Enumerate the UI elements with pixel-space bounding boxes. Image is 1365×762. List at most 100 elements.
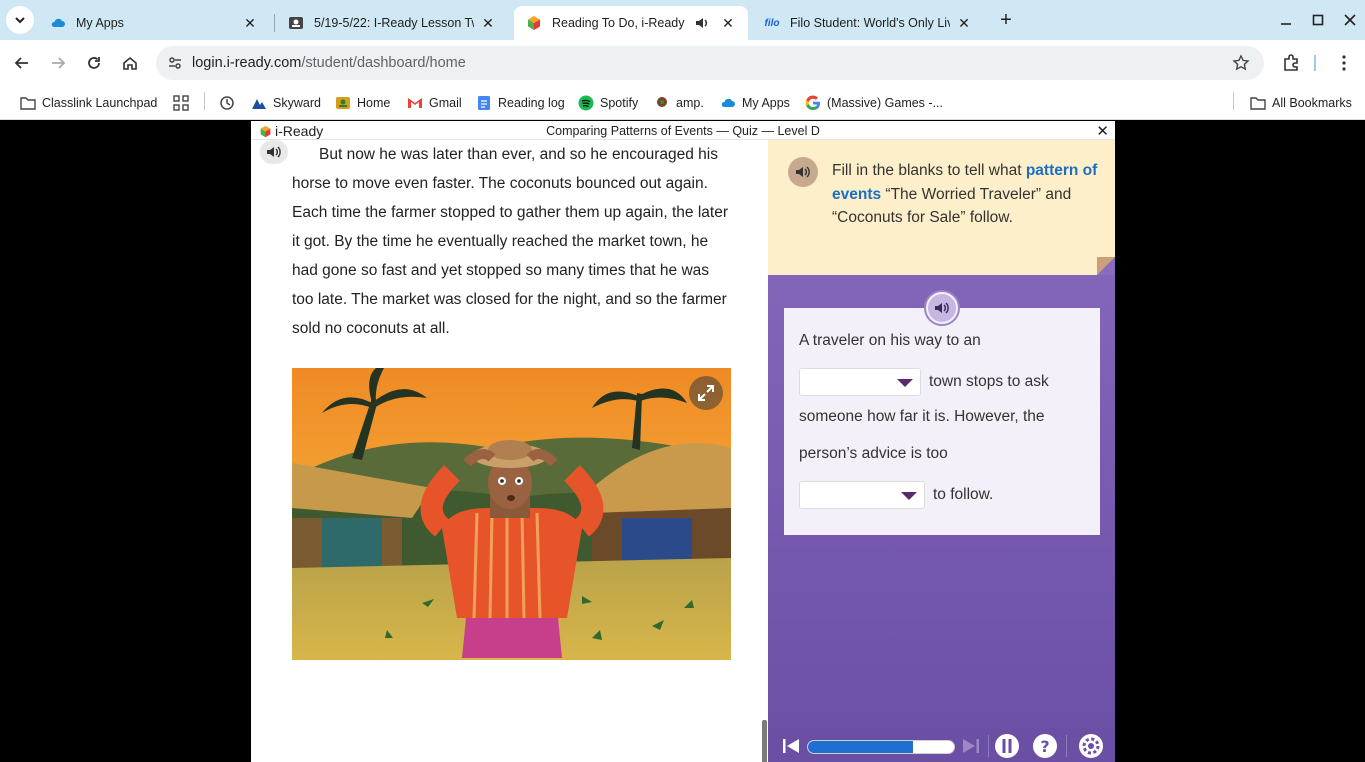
new-tab-button[interactable]: + (994, 8, 1018, 32)
lesson-header: i-Ready Comparing Patterns of Events — Q… (251, 121, 1115, 140)
google-icon (805, 95, 821, 111)
bookmark-my-apps[interactable]: My Apps (720, 92, 790, 114)
skyward-icon (251, 95, 267, 111)
reload-button[interactable] (80, 49, 108, 77)
close-tab-icon[interactable]: ✕ (956, 15, 972, 31)
prompt-audio-button[interactable] (788, 157, 818, 187)
help-button[interactable]: ? (1032, 733, 1058, 759)
home-icon (123, 56, 137, 70)
folder-icon (20, 95, 36, 111)
sentence-line-1: A traveler on his way to an (799, 332, 981, 349)
expand-image-button[interactable] (689, 376, 723, 410)
forward-button[interactable] (44, 49, 72, 77)
arrow-right-icon (52, 57, 66, 69)
speaker-icon (935, 302, 949, 314)
bookmark-home[interactable]: Home (335, 92, 390, 114)
address-bar[interactable]: login.i-ready.com/student/dashboard/home (156, 46, 1264, 80)
bookmark-classlink[interactable]: Classlink Launchpad (20, 92, 157, 114)
cloud-icon (50, 15, 66, 31)
tab-audio-icon[interactable] (694, 15, 710, 31)
blank-dropdown-2[interactable] (799, 481, 925, 509)
tab-title: Reading To Do, i-Ready (552, 16, 685, 30)
sentence-line-4: person’s advice is too (799, 445, 948, 462)
tab-reading-to-do[interactable]: Reading To Do, i-Ready ✕ (514, 6, 748, 40)
progress-fill (808, 741, 914, 753)
dropdown-caret-icon (901, 492, 917, 500)
bookmark-reading-log[interactable]: Reading log (476, 92, 565, 114)
plus-icon: + (1000, 8, 1012, 31)
lesson-progress-bar (807, 740, 955, 754)
tab-filo[interactable]: filo Filo Student: World's Only Live I ✕ (752, 6, 984, 40)
bookmark-apps-grid[interactable] (173, 92, 195, 114)
all-bookmarks[interactable]: All Bookmarks (1250, 92, 1352, 114)
site-info-icon[interactable] (158, 55, 192, 71)
history-icon (219, 95, 235, 111)
bookmark-spotify[interactable]: Spotify (578, 92, 638, 114)
speaker-icon (267, 146, 281, 158)
gmail-icon (407, 95, 423, 111)
menu-button[interactable] (1330, 49, 1358, 77)
chevron-down-icon (15, 17, 25, 24)
maximize-icon (1312, 14, 1324, 26)
folder-icon (1250, 95, 1266, 111)
kebab-menu-icon (1342, 55, 1346, 71)
tab-iready-lesson[interactable]: 5/19-5/22: I-Ready Lesson Twe ✕ (276, 6, 508, 40)
bookmark-gmail[interactable]: Gmail (407, 92, 462, 114)
settings-button[interactable] (1078, 733, 1104, 759)
gear-icon (1079, 734, 1103, 758)
question-prompt: Fill in the blanks to tell what pattern … (768, 140, 1115, 275)
home-bookmark-icon (335, 95, 351, 111)
card-audio-button[interactable] (924, 290, 960, 326)
passage-text: But now he was later than ever, and so h… (292, 146, 728, 337)
svg-text:?: ? (1040, 737, 1049, 756)
bookmark-star-icon[interactable] (1232, 54, 1250, 77)
read-aloud-button[interactable] (260, 140, 288, 164)
previous-button[interactable] (778, 733, 804, 759)
home-button[interactable] (116, 49, 144, 77)
tab-title: Filo Student: World's Only Live I (790, 16, 950, 30)
arrow-left-icon (14, 57, 28, 69)
player-controls: ? (768, 729, 1115, 762)
skip-back-icon (783, 739, 799, 753)
bookmark-history[interactable] (219, 92, 241, 114)
lesson-title: Comparing Patterns of Events — Quiz — Le… (546, 124, 820, 138)
close-icon (1344, 14, 1356, 26)
next-button[interactable] (958, 733, 984, 759)
sentence-line-5: to follow. (799, 481, 993, 509)
spotify-icon (578, 95, 594, 111)
bookmark-skyward[interactable]: Skyward (251, 92, 321, 114)
bookmark-games[interactable]: (Massive) Games -... (805, 92, 943, 114)
close-tab-icon[interactable]: ✕ (242, 15, 258, 31)
browser-toolbar: login.i-ready.com/student/dashboard/home (0, 40, 1365, 86)
amp-icon (654, 95, 670, 111)
back-button[interactable] (8, 49, 36, 77)
cloud-icon (720, 95, 736, 111)
close-tab-icon[interactable]: ✕ (480, 15, 496, 31)
story-illustration (292, 368, 731, 660)
bookmark-amp[interactable]: amp. (654, 92, 704, 114)
tab-search-button[interactable] (6, 6, 34, 34)
apps-grid-icon (173, 95, 189, 111)
reading-scrollbar[interactable] (762, 720, 767, 762)
close-window-button[interactable] (1338, 8, 1362, 32)
reload-icon (88, 57, 100, 69)
extensions-button[interactable] (1277, 49, 1305, 77)
close-tab-icon[interactable]: ✕ (720, 15, 736, 31)
maximize-button[interactable] (1306, 8, 1330, 32)
classroom-icon (288, 15, 304, 31)
blank-dropdown-1[interactable] (799, 368, 921, 396)
lesson-page: i-Ready Comparing Patterns of Events — Q… (251, 121, 1115, 762)
help-icon: ? (1033, 734, 1057, 758)
sentence-line-2: town stops to ask (799, 368, 1049, 396)
tab-title: 5/19-5/22: I-Ready Lesson Twe (314, 16, 474, 30)
expand-icon (698, 385, 714, 401)
minimize-button[interactable] (1274, 8, 1298, 32)
tab-my-apps[interactable]: My Apps ✕ (38, 6, 270, 40)
close-lesson-button[interactable]: ✕ (1096, 122, 1109, 140)
pause-button[interactable] (994, 733, 1020, 759)
bookmarks-bar: Classlink Launchpad Skyward Home Gmail R… (0, 86, 1365, 120)
pause-icon (995, 734, 1019, 758)
prompt-text: Fill in the blanks to tell what pattern … (832, 162, 1098, 226)
url-text: login.i-ready.com/student/dashboard/home (192, 55, 466, 71)
docs-icon (476, 95, 492, 111)
